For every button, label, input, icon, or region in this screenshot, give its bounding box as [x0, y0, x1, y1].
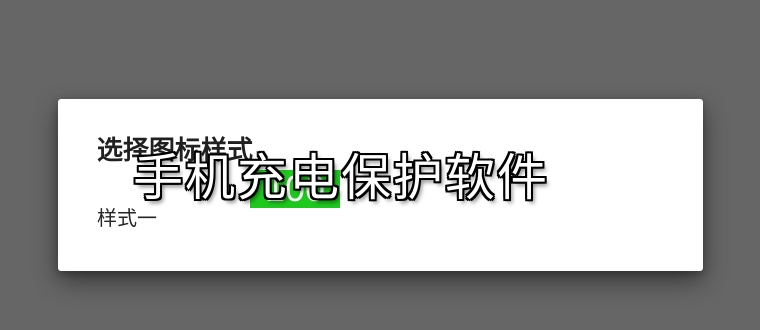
overlay-app-title: 手机充电保护软件 [133, 149, 549, 207]
